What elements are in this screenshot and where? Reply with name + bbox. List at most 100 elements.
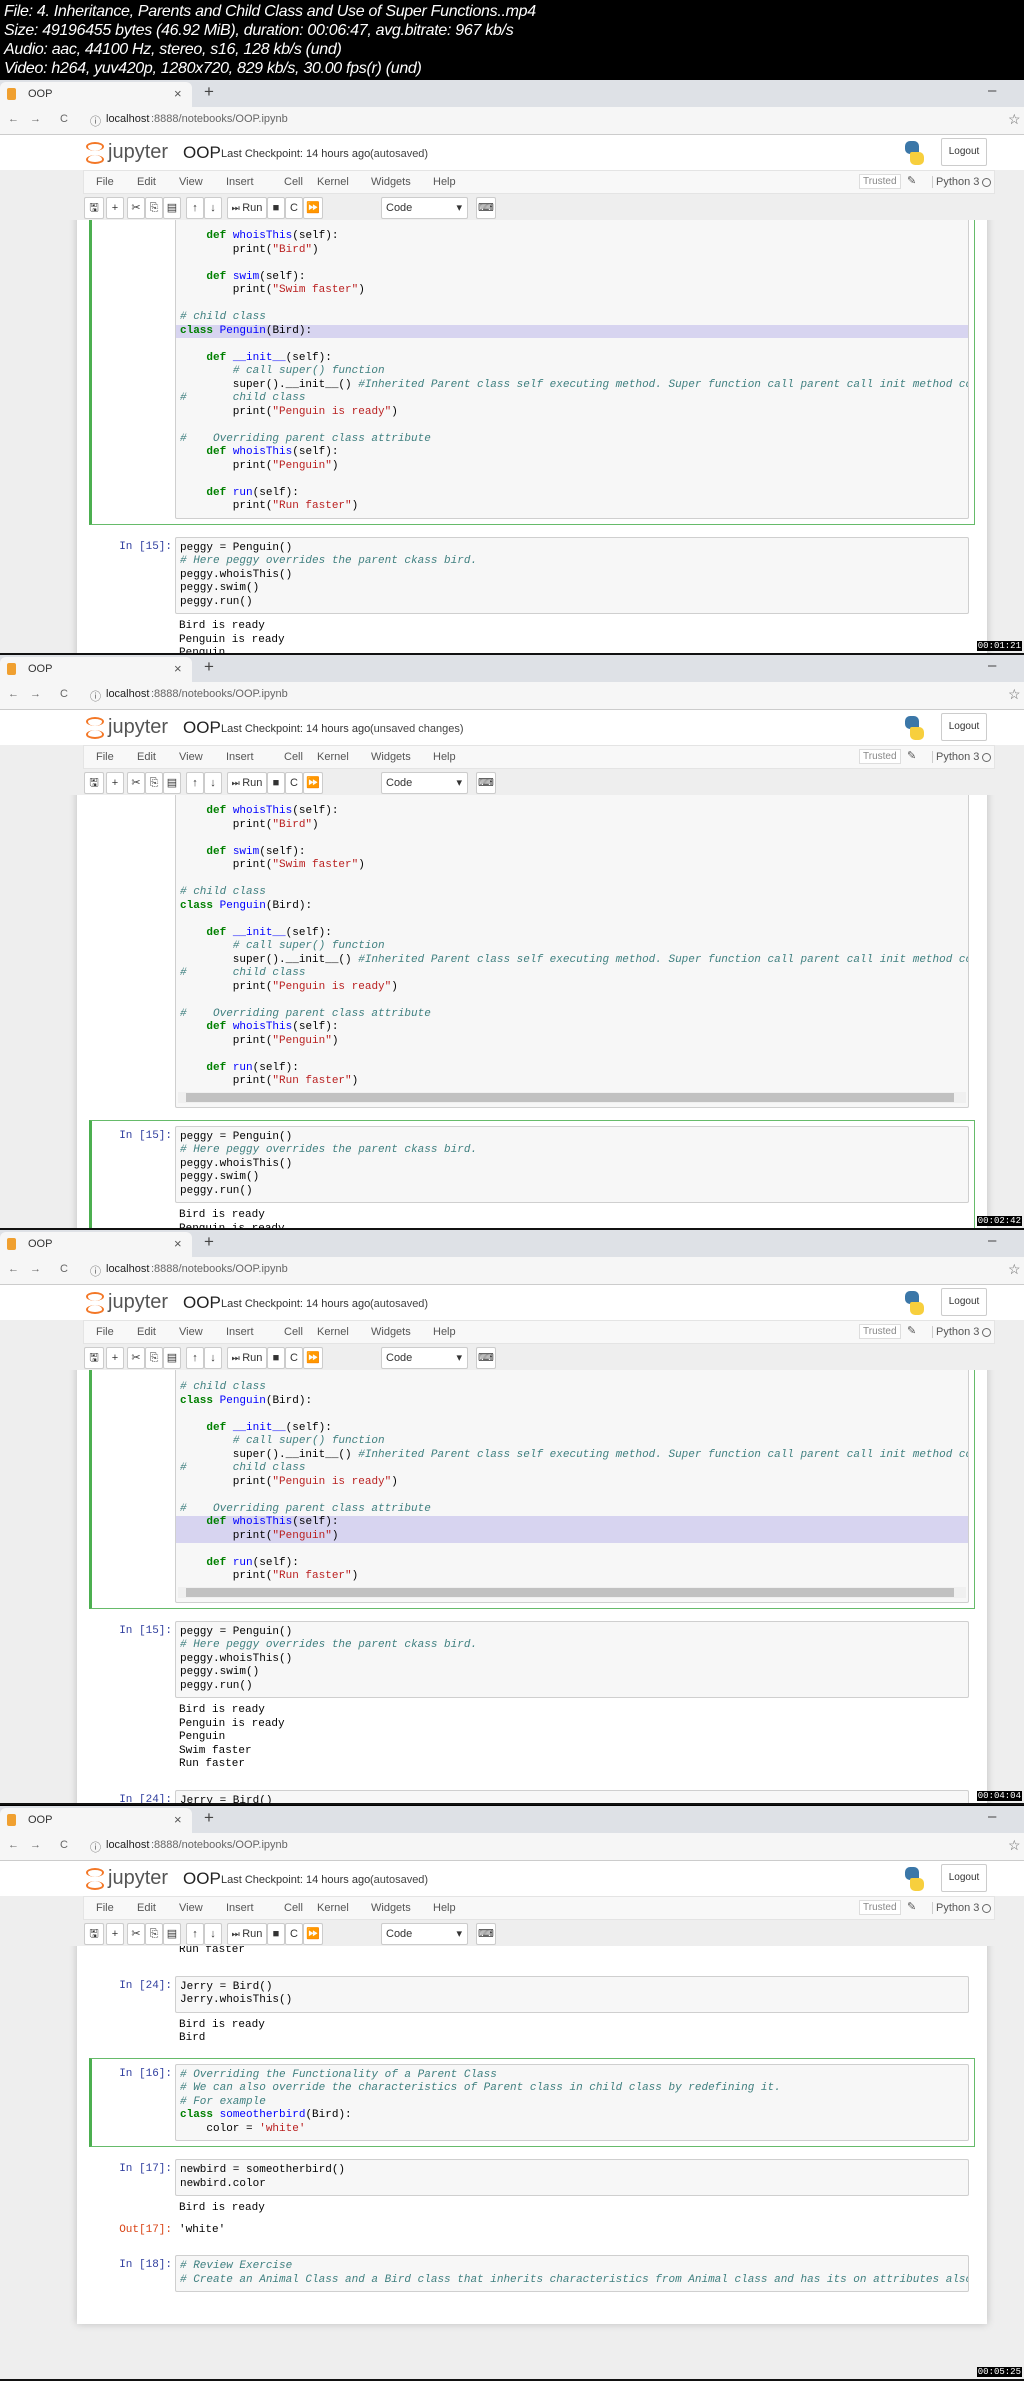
- menu-view[interactable]: View: [179, 1902, 203, 1914]
- run-button[interactable]: ⏭ Run: [227, 197, 267, 219]
- notebook-name[interactable]: OOP: [183, 718, 221, 738]
- reload-icon[interactable]: C: [60, 1839, 68, 1851]
- menu-file[interactable]: File: [96, 1326, 114, 1338]
- menu-help[interactable]: Help: [433, 1326, 456, 1338]
- edit-pencil-icon[interactable]: ✎: [907, 1900, 916, 1913]
- reload-icon[interactable]: C: [60, 1263, 68, 1275]
- edit-pencil-icon[interactable]: ✎: [907, 1324, 916, 1337]
- notebook-name[interactable]: OOP: [183, 1869, 221, 1889]
- menu-file[interactable]: File: [96, 751, 114, 763]
- menu-help[interactable]: Help: [433, 176, 456, 188]
- command-palette-button[interactable]: ⌨: [476, 197, 496, 219]
- menu-help[interactable]: Help: [433, 751, 456, 763]
- code-input[interactable]: # Overriding the Functionality of a Pare…: [175, 2063, 969, 2141]
- move-down-button[interactable]: ↓: [204, 197, 222, 219]
- menu-insert[interactable]: Insert: [226, 1326, 254, 1338]
- copy-button[interactable]: ⎘: [145, 1347, 163, 1369]
- command-palette-button[interactable]: ⌨: [476, 772, 496, 794]
- copy-button[interactable]: ⎘: [145, 197, 163, 219]
- notebook-name[interactable]: OOP: [183, 1293, 221, 1313]
- cut-button[interactable]: ✂: [127, 772, 145, 794]
- bookmark-star-icon[interactable]: ☆: [1008, 1837, 1021, 1854]
- menu-edit[interactable]: Edit: [137, 1326, 156, 1338]
- command-palette-button[interactable]: ⌨: [476, 1347, 496, 1369]
- menu-cell[interactable]: Cell: [284, 1326, 303, 1338]
- move-down-button[interactable]: ↓: [204, 1923, 222, 1945]
- restart-button[interactable]: C: [285, 772, 303, 794]
- paste-button[interactable]: ▤: [163, 1347, 181, 1369]
- add-cell-button[interactable]: +: [106, 1347, 124, 1369]
- info-icon[interactable]: ⓘ: [90, 1263, 101, 1279]
- logout-button[interactable]: Logout: [941, 713, 987, 741]
- fast-forward-button[interactable]: ⏩: [303, 197, 323, 219]
- menu-cell[interactable]: Cell: [284, 1902, 303, 1914]
- jupyter-logo-text[interactable]: jupyter: [108, 1291, 168, 1314]
- restart-button[interactable]: C: [285, 1347, 303, 1369]
- code-cell[interactable]: In [24]:Jerry = Bird()Jerry.whoisThis()B…: [89, 1970, 975, 2052]
- bookmark-star-icon[interactable]: ☆: [1008, 686, 1021, 703]
- move-down-button[interactable]: ↓: [204, 772, 222, 794]
- info-icon[interactable]: ⓘ: [90, 688, 101, 704]
- menu-kernel[interactable]: Kernel: [317, 751, 349, 763]
- close-tab-icon[interactable]: ×: [174, 661, 182, 676]
- url-host[interactable]: localhost: [106, 113, 149, 125]
- address-bar[interactable]: ← → Cⓘ localhost:8888/notebooks/OOP.ipynb ☆: [0, 1257, 1024, 1285]
- move-up-button[interactable]: ↑: [186, 1347, 204, 1369]
- notebook-viewport[interactable]: print("Bird is ready") def whoisThis(sel…: [0, 1946, 1024, 2379]
- save-button[interactable]: 🖫: [84, 772, 104, 794]
- menu-help[interactable]: Help: [433, 1902, 456, 1914]
- menu-file[interactable]: File: [96, 176, 114, 188]
- code-cell[interactable]: In [15]:peggy = Penguin()# Here peggy ov…: [89, 1119, 975, 1228]
- copy-button[interactable]: ⎘: [145, 772, 163, 794]
- url-host[interactable]: localhost: [106, 688, 149, 700]
- url-path[interactable]: :8888/notebooks/OOP.ipynb: [151, 1263, 288, 1275]
- reload-icon[interactable]: C: [60, 113, 68, 125]
- code-cell[interactable]: In [17]: newbird = someotherbird() newbird…: [89, 2153, 975, 2243]
- code-input[interactable]: Jerry = Bird()Jerry.whoisThis(): [175, 1789, 969, 1803]
- new-tab-button[interactable]: +: [204, 1232, 214, 1252]
- url-host[interactable]: localhost: [106, 1839, 149, 1851]
- notebook-viewport[interactable]: print("Bird is ready") def whoisThis(sel…: [0, 795, 1024, 1228]
- horizontal-scrollbar[interactable]: [178, 1091, 966, 1103]
- stop-button[interactable]: ■: [267, 1923, 285, 1945]
- code-cell[interactable]: In [15]:peggy = Penguin()# Here peggy ov…: [89, 1946, 975, 1964]
- fast-forward-button[interactable]: ⏩: [303, 1347, 323, 1369]
- close-tab-icon[interactable]: ×: [174, 1812, 182, 1827]
- logout-button[interactable]: Logout: [941, 1288, 987, 1316]
- menu-insert[interactable]: Insert: [226, 176, 254, 188]
- minimize-window-button[interactable]: –: [988, 82, 996, 99]
- jupyter-logo-icon[interactable]: [86, 717, 104, 739]
- paste-button[interactable]: ▤: [163, 772, 181, 794]
- logout-button[interactable]: Logout: [941, 138, 987, 166]
- jupyter-logo-text[interactable]: jupyter: [108, 1867, 168, 1890]
- code-cell[interactable]: In [15]:peggy = Penguin()# Here peggy ov…: [89, 531, 975, 653]
- menu-edit[interactable]: Edit: [137, 751, 156, 763]
- trusted-indicator[interactable]: Trusted: [859, 1324, 901, 1339]
- menu-edit[interactable]: Edit: [137, 1902, 156, 1914]
- url-path[interactable]: :8888/notebooks/OOP.ipynb: [151, 1839, 288, 1851]
- minimize-window-button[interactable]: –: [988, 1232, 996, 1249]
- restart-button[interactable]: C: [285, 1923, 303, 1945]
- menu-widgets[interactable]: Widgets: [371, 751, 411, 763]
- menu-widgets[interactable]: Widgets: [371, 1326, 411, 1338]
- cell-type-select[interactable]: Code ▾: [381, 197, 468, 219]
- notebook-viewport[interactable]: print("Bird is ready") def whoisThis(sel…: [0, 220, 1024, 653]
- run-button[interactable]: ⏭ Run: [227, 1923, 267, 1945]
- back-icon[interactable]: ←: [8, 113, 19, 125]
- cell-type-select[interactable]: Code ▾: [381, 772, 468, 794]
- fast-forward-button[interactable]: ⏩: [303, 772, 323, 794]
- logout-button[interactable]: Logout: [941, 1864, 987, 1892]
- code-input[interactable]: print("Bird is ready") def whoisThis(sel…: [175, 220, 969, 519]
- code-input[interactable]: print("Bird is ready") def whoisThis(sel…: [175, 795, 969, 1108]
- run-button[interactable]: ⏭ Run: [227, 1347, 267, 1369]
- scrollbar-thumb[interactable]: [186, 1587, 954, 1597]
- menu-insert[interactable]: Insert: [226, 751, 254, 763]
- menu-kernel[interactable]: Kernel: [317, 1326, 349, 1338]
- add-cell-button[interactable]: +: [106, 772, 124, 794]
- back-icon[interactable]: ←: [8, 1839, 19, 1851]
- menu-view[interactable]: View: [179, 176, 203, 188]
- move-up-button[interactable]: ↑: [186, 197, 204, 219]
- browser-tab[interactable]: OOP ×: [0, 1808, 192, 1833]
- menu-insert[interactable]: Insert: [226, 1902, 254, 1914]
- restart-button[interactable]: C: [285, 197, 303, 219]
